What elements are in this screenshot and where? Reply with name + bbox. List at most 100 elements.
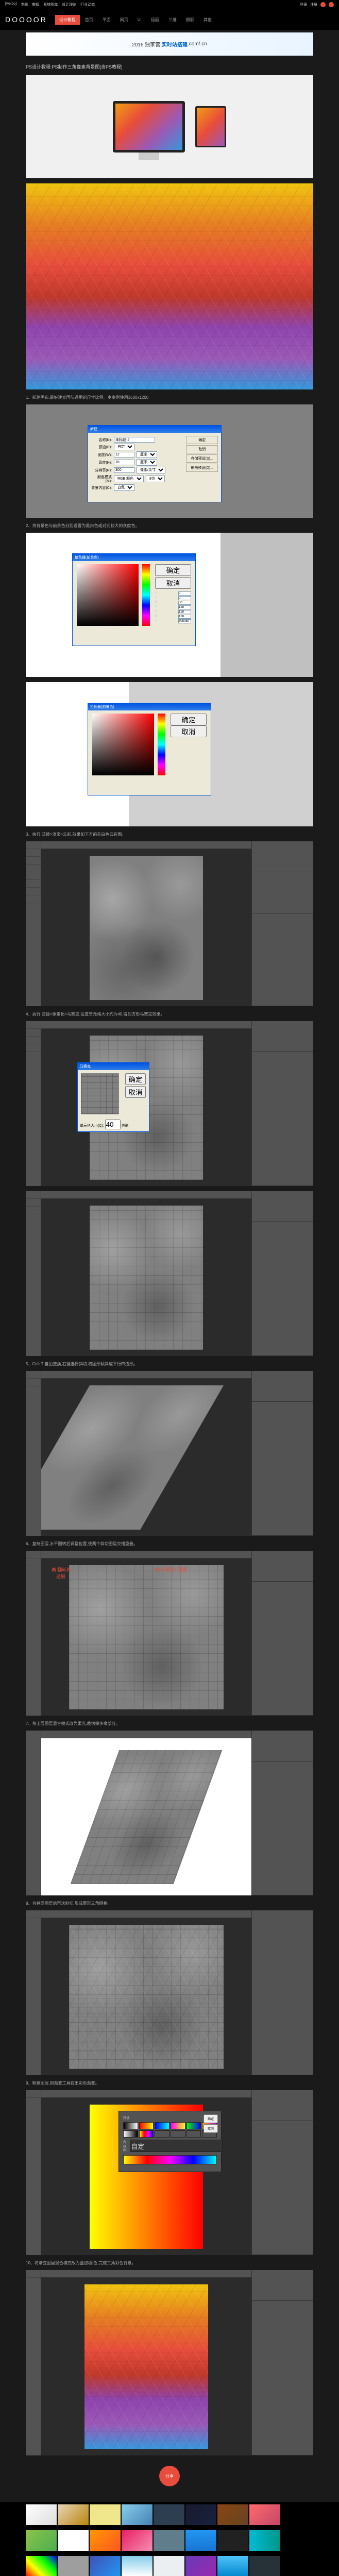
cell-input[interactable] bbox=[105, 1120, 121, 1129]
thumb[interactable] bbox=[185, 2556, 216, 2576]
dialog-title: 马赛克 bbox=[78, 1063, 149, 1070]
name-input[interactable] bbox=[114, 437, 155, 443]
thumb[interactable] bbox=[217, 2504, 248, 2525]
thumb[interactable] bbox=[58, 2530, 89, 2551]
thumb[interactable] bbox=[154, 2530, 184, 2551]
user-icon[interactable] bbox=[329, 2, 334, 7]
color-field[interactable] bbox=[77, 564, 139, 626]
label: 分辨率(R): bbox=[91, 468, 112, 473]
thumb[interactable] bbox=[154, 2504, 184, 2525]
b-input[interactable] bbox=[178, 601, 191, 605]
thumb[interactable] bbox=[90, 2556, 121, 2576]
bg-select[interactable]: 白色 bbox=[114, 484, 134, 491]
width-input[interactable] bbox=[114, 452, 134, 457]
preset-select[interactable]: 自定 bbox=[114, 444, 134, 450]
cancel-button[interactable]: 取消 bbox=[155, 577, 191, 589]
unit-select[interactable]: 厘米 bbox=[137, 459, 157, 466]
ok-button[interactable]: 确定 bbox=[171, 714, 207, 725]
ps-panels bbox=[251, 841, 313, 1006]
share-button[interactable]: 分享 bbox=[159, 2466, 180, 2486]
ps-toolbar bbox=[26, 841, 41, 1006]
thumb[interactable] bbox=[26, 2530, 57, 2551]
dialog-title: 拾色器(前景色) bbox=[88, 703, 211, 710]
save-preset-button[interactable]: 存储预设(S)... bbox=[186, 454, 218, 463]
cancel-button[interactable]: 取消 bbox=[204, 2124, 218, 2133]
cancel-button[interactable]: 取消 bbox=[171, 725, 207, 737]
nav-item[interactable]: UI bbox=[133, 15, 146, 25]
mosaic-dialog: 马赛克 确定 取消 单元格大小(C): 方形 bbox=[77, 1062, 149, 1132]
thumb[interactable] bbox=[58, 2556, 89, 2576]
nav-item[interactable]: 平面 bbox=[98, 15, 115, 25]
nav-item[interactable]: 插画 bbox=[147, 15, 163, 25]
height-input[interactable] bbox=[114, 460, 134, 465]
cancel-button[interactable]: 取消 bbox=[125, 1086, 146, 1098]
ok-button[interactable]: 确定 bbox=[125, 1073, 146, 1085]
topbar-link[interactable]: 专题 bbox=[21, 2, 28, 7]
nav-item[interactable]: 首页 bbox=[81, 15, 97, 25]
unit-select[interactable]: 厘米 bbox=[137, 451, 157, 458]
thumb[interactable] bbox=[26, 2504, 57, 2525]
login-link[interactable]: 登录 bbox=[300, 2, 307, 7]
grad-name-input[interactable] bbox=[130, 2140, 223, 2152]
topbar-link[interactable]: 教程 bbox=[32, 2, 39, 7]
register-link[interactable]: 注册 bbox=[310, 2, 317, 7]
bit-select[interactable]: 8位 bbox=[146, 476, 165, 482]
main-nav: 设计教程 首页 平面 网页 UI 插画 三维 摄影 其他 bbox=[55, 15, 216, 25]
thumb[interactable] bbox=[26, 2556, 57, 2576]
unit-select[interactable]: 像素/英寸 bbox=[137, 467, 165, 473]
thumb[interactable] bbox=[122, 2504, 152, 2525]
hex-input[interactable] bbox=[178, 619, 191, 623]
thumb[interactable] bbox=[154, 2556, 184, 2576]
r-input[interactable] bbox=[178, 605, 191, 609]
nav-item[interactable]: 三维 bbox=[164, 15, 181, 25]
thumb[interactable] bbox=[217, 2556, 248, 2576]
thumb[interactable] bbox=[249, 2530, 280, 2551]
gradient-presets[interactable] bbox=[123, 2122, 217, 2138]
nav-item[interactable]: 摄影 bbox=[182, 15, 198, 25]
bb-input[interactable] bbox=[178, 615, 191, 619]
g-input[interactable] bbox=[178, 610, 191, 614]
thumb[interactable] bbox=[217, 2530, 248, 2551]
nav-item[interactable]: 其他 bbox=[199, 15, 216, 25]
res-input[interactable] bbox=[114, 467, 134, 473]
final-result-image bbox=[26, 183, 313, 389]
thumb[interactable] bbox=[90, 2504, 121, 2525]
s-input[interactable] bbox=[178, 596, 191, 600]
step4-screenshot: 马赛克 确定 取消 单元格大小(C): 方形 bbox=[26, 1021, 313, 1186]
topbar-link[interactable]: 行业动态 bbox=[80, 2, 95, 7]
step-text: 7、将上层图层混合模式改为柔光,裁切掉多余部分。 bbox=[26, 1721, 313, 1726]
topbar-link[interactable]: 设计理论 bbox=[62, 2, 76, 7]
ad-banner[interactable]: 2016 独家营, 实时站搭建 .com/.cn bbox=[26, 32, 313, 56]
thumb[interactable] bbox=[122, 2556, 152, 2576]
banner-suffix: .com/.cn bbox=[188, 41, 207, 47]
thumb[interactable] bbox=[249, 2556, 280, 2576]
topbar-link[interactable]: 素材图库 bbox=[43, 2, 58, 7]
dialog-title: 新建 bbox=[88, 426, 221, 433]
thumb[interactable] bbox=[249, 2504, 280, 2525]
ok-button[interactable]: 确定 bbox=[186, 436, 218, 444]
nav-item[interactable]: 设计教程 bbox=[55, 15, 80, 25]
mode-select[interactable]: RGB 颜色 bbox=[114, 476, 144, 482]
ok-button[interactable]: 确定 bbox=[204, 2114, 218, 2123]
mosaic-preview bbox=[81, 1073, 119, 1114]
nav-item[interactable]: 网页 bbox=[116, 15, 132, 25]
thumb[interactable] bbox=[58, 2504, 89, 2525]
thumb[interactable] bbox=[185, 2530, 216, 2551]
step1-screenshot: 新建 名称(N): 预设(P):自定 宽度(W):厘米 高度(H):厘米 分辨率… bbox=[26, 404, 313, 518]
thumb[interactable] bbox=[185, 2504, 216, 2525]
delete-preset-button[interactable]: 删除预设(D)... bbox=[186, 464, 218, 472]
related-thumbnails-2 bbox=[0, 2528, 339, 2553]
thumb[interactable] bbox=[90, 2530, 121, 2551]
hue-slider[interactable] bbox=[142, 564, 150, 626]
cancel-button[interactable]: 取消 bbox=[186, 445, 218, 453]
thumb[interactable] bbox=[122, 2530, 152, 2551]
h-input[interactable] bbox=[178, 591, 191, 596]
site-logo[interactable]: DOOOOR bbox=[5, 15, 47, 24]
gradient-bar[interactable] bbox=[123, 2155, 217, 2164]
notification-icon[interactable] bbox=[320, 2, 326, 7]
ok-button[interactable]: 确定 bbox=[155, 564, 191, 576]
color-field[interactable] bbox=[92, 714, 154, 775]
topbar-link[interactable]: [weibo] bbox=[5, 2, 16, 7]
hue-slider[interactable] bbox=[158, 714, 165, 775]
color-values: 确定 取消 H: S: B: R: G: B: # bbox=[155, 564, 191, 624]
